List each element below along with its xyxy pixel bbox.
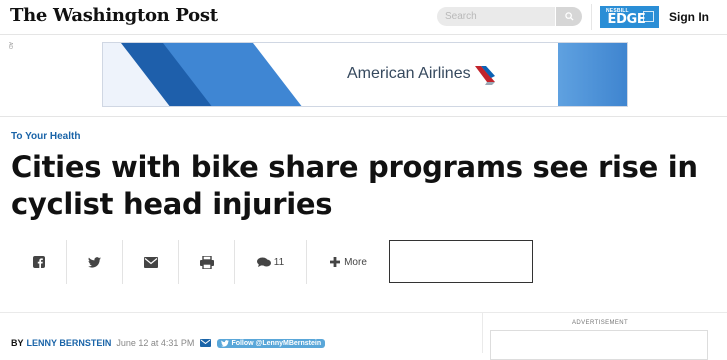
advertisement-label: ADVERTISEMENT [572,320,629,326]
edge-promo-button[interactable]: NESBILL EDGE [600,6,659,28]
byline-prefix: BY [11,338,24,348]
ad-stripe-graphic [103,43,302,106]
article-byline: BY LENNY BERNSTEIN June 12 at 4:31 PM Fo… [11,338,326,348]
follow-label: Follow @LennyMBernstein [231,339,322,347]
header-divider [591,4,592,30]
top-navigation-bar: The Washington Post NESBILL EDGE Sign In [0,0,727,35]
twitter-follow-button[interactable]: Follow @LennyMBernstein [217,338,326,348]
comments-button[interactable]: 11 [234,240,306,284]
ad-brand-text: American Airlines [347,65,471,82]
article-headline: Cities with bike share programs see rise… [11,150,698,221]
search-button[interactable] [556,7,582,26]
email-author-button[interactable] [200,339,212,347]
byline-divider [0,312,727,313]
print-button[interactable] [178,240,234,284]
edge-prefix: NESBILL [606,8,629,14]
washington-post-logo[interactable]: The Washington Post [10,5,218,26]
section-divider [0,116,727,117]
american-airlines-ad-banner[interactable]: American Airlines [102,42,628,107]
comments-count: 11 [273,256,285,268]
share-toolbar: 11 More [11,240,390,284]
envelope-icon [143,256,158,268]
email-share-button[interactable] [122,240,178,284]
twitter-icon [88,256,101,268]
twitter-icon [221,339,230,347]
ad-tag: AD [7,42,13,49]
column-divider [482,313,483,353]
more-label: More [344,256,367,268]
publish-date: June 12 at 4:31 PM [116,338,195,348]
search-icon [564,12,574,21]
comments-icon [256,257,271,267]
edge-logo-icon [643,11,654,22]
facebook-share-button[interactable] [11,240,66,284]
sign-in-link[interactable]: Sign In [669,10,709,24]
search-input[interactable] [437,7,555,26]
printer-icon [199,255,214,269]
sidebar-ad-slot[interactable] [490,330,708,360]
facebook-icon [32,256,45,268]
twitter-share-button[interactable] [66,240,122,284]
author-link[interactable]: LENNY BERNSTEIN [27,338,112,348]
american-airlines-logo-icon [475,66,495,85]
more-share-button[interactable]: More [306,240,390,284]
ad-blue-panel [558,43,627,106]
section-kicker-link[interactable]: To Your Health [11,131,80,142]
plus-icon [330,257,341,267]
empty-widget-box [389,240,533,283]
envelope-icon [200,339,212,347]
